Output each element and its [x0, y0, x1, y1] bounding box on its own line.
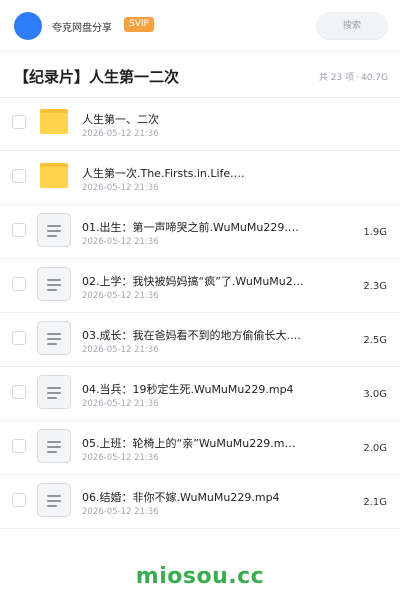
document-icon: [37, 483, 71, 517]
item-date: 2026-05-12 21:36: [82, 129, 159, 139]
item-name[interactable]: 06.结婚：非你不嫁.WuMuMu229.mp4: [82, 489, 304, 505]
total-size: 40.7G: [360, 73, 388, 83]
item-date: 2026-05-12 21:36: [82, 453, 159, 463]
item-date: 2026-05-12 21:36: [82, 507, 159, 517]
item-size: 1.9G: [363, 227, 387, 238]
row-checkbox[interactable]: [12, 169, 26, 183]
folder-icon: [40, 163, 68, 188]
list-item[interactable]: 01.出生：第一声啼哭之前.WuMuMu229.m… 2026-05-12 21…: [0, 205, 400, 259]
item-size: 2.1G: [363, 497, 387, 508]
folder-icon: [40, 109, 68, 134]
item-date: 2026-05-12 21:36: [82, 345, 159, 355]
document-icon: [37, 321, 71, 355]
item-date: 2026-05-12 21:36: [82, 399, 159, 409]
share-summary: 共 23 项 · 40.7G: [319, 70, 388, 83]
list-item[interactable]: 05.上班：轮椅上的“亲”WuMuMu229.m… 2026-05-12 21:…: [0, 421, 400, 475]
page-title: 【纪录片】人生第一二次: [14, 68, 180, 86]
document-icon: [37, 267, 71, 301]
item-size: 2.0G: [363, 443, 387, 454]
item-name[interactable]: 04.当兵：19秒定生死.WuMuMu229.mp4: [82, 381, 304, 397]
row-checkbox[interactable]: [12, 385, 26, 399]
item-count: 共 23 项: [318, 73, 355, 83]
file-list: 人生第一、二次 2026-05-12 21:36 人生第一次.The.First…: [0, 97, 400, 529]
item-name[interactable]: 05.上班：轮椅上的“亲”WuMuMu229.m…: [82, 435, 304, 451]
search-input[interactable]: 搜索: [316, 12, 388, 40]
document-icon: [37, 213, 71, 247]
svip-badge: SVIP: [124, 17, 154, 32]
list-item[interactable]: 03.成长：我在爸妈看不到的地方偷偷长大.WuMu… 2026-05-12 21…: [0, 313, 400, 367]
list-item[interactable]: 06.结婚：非你不嫁.WuMuMu229.mp4 2026-05-12 21:3…: [0, 475, 400, 529]
item-size: 3.0G: [363, 389, 387, 400]
list-item[interactable]: 02.上学：我快被妈妈搞“疯”了.WuMuMu22… 2026-05-12 21…: [0, 259, 400, 313]
summary-separator: ·: [356, 73, 359, 83]
row-checkbox[interactable]: [12, 223, 26, 237]
item-date: 2026-05-12 21:36: [82, 183, 159, 193]
item-size: 2.5G: [363, 335, 387, 346]
item-name[interactable]: 人生第一次.The.Firsts.in.Life.…: [82, 165, 304, 181]
watermark: miosou.cc: [135, 564, 265, 589]
item-name[interactable]: 人生第一、二次: [82, 111, 304, 127]
row-checkbox[interactable]: [12, 115, 26, 129]
item-name[interactable]: 02.上学：我快被妈妈搞“疯”了.WuMuMu22…: [82, 273, 304, 289]
row-checkbox[interactable]: [12, 277, 26, 291]
list-item[interactable]: 04.当兵：19秒定生死.WuMuMu229.mp4 2026-05-12 21…: [0, 367, 400, 421]
top-bar: 夸克网盘分享 SVIP 搜索: [0, 0, 400, 52]
list-item[interactable]: 人生第一、二次 2026-05-12 21:36: [0, 97, 400, 151]
item-date: 2026-05-12 21:36: [82, 291, 159, 301]
document-icon: [37, 429, 71, 463]
item-name[interactable]: 01.出生：第一声啼哭之前.WuMuMu229.m…: [82, 219, 304, 235]
item-name[interactable]: 03.成长：我在爸妈看不到的地方偷偷长大.WuMu…: [82, 327, 304, 343]
row-checkbox[interactable]: [12, 331, 26, 345]
row-checkbox[interactable]: [12, 439, 26, 453]
share-name: 夸克网盘分享: [52, 23, 112, 34]
title-row: 【纪录片】人生第一二次 共 23 项 · 40.7G: [0, 52, 400, 98]
row-checkbox[interactable]: [12, 493, 26, 507]
document-icon: [37, 375, 71, 409]
avatar[interactable]: [14, 12, 42, 40]
item-size: 2.3G: [363, 281, 387, 292]
item-date: 2026-05-12 21:36: [82, 237, 159, 247]
list-item[interactable]: 人生第一次.The.Firsts.in.Life.… 2026-05-12 21…: [0, 151, 400, 205]
